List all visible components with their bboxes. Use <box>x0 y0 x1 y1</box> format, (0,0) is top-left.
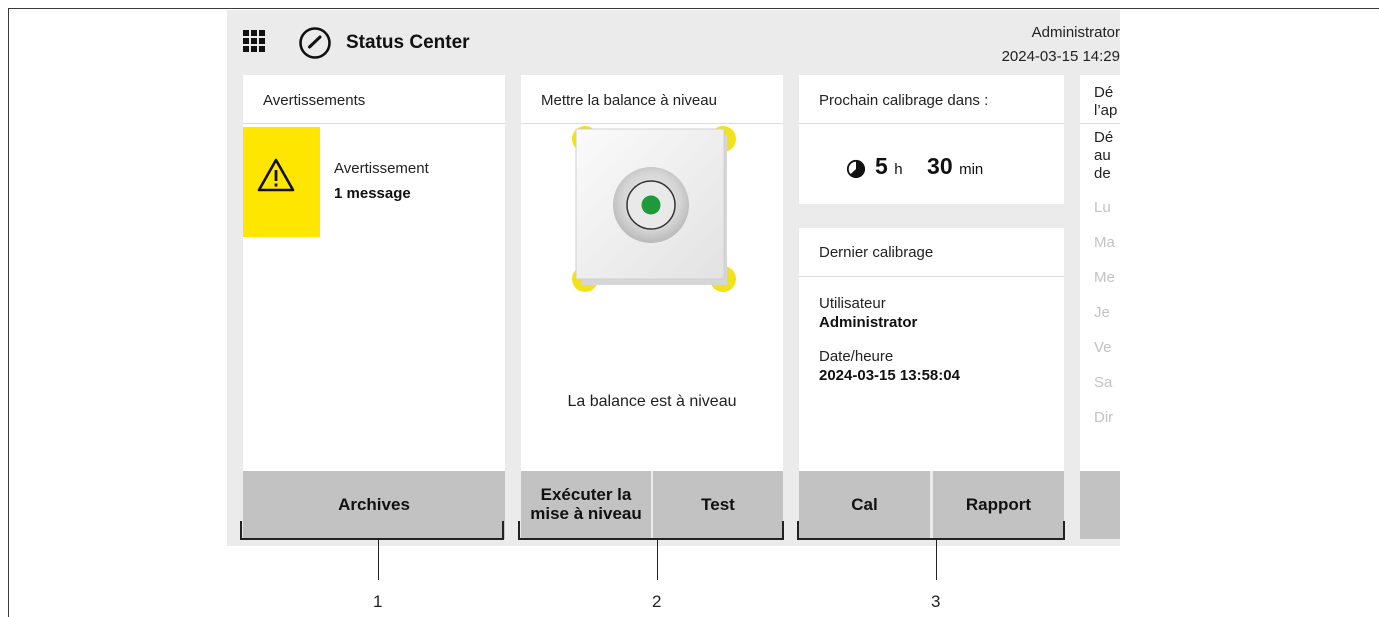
frame-top-line <box>8 8 1379 9</box>
leveling-status-text: La balance est à niveau <box>567 393 737 410</box>
warnings-panel: Avertissements Avertissement 1 message <box>243 75 505 471</box>
report-button[interactable]: Rapport <box>933 471 1064 539</box>
last-calibration-title: Dernier calibrage <box>819 244 934 261</box>
run-leveling-label-2: mise à niveau <box>530 504 642 523</box>
callout-number-2: 2 <box>652 592 662 611</box>
callout-bracket-2-right <box>782 521 784 539</box>
date-value: 2024-03-15 13:58:04 <box>819 367 960 384</box>
app-title: Status Center <box>346 32 470 53</box>
archives-button[interactable]: Archives <box>243 471 505 539</box>
last-calibration-panel: Dernier calibrage Utilisateur Administra… <box>799 228 1064 471</box>
callout-bracket-1 <box>240 538 504 540</box>
day-sunday: Dir <box>1094 409 1114 426</box>
day-tuesday: Ma <box>1094 234 1115 251</box>
fourth-panel-text-2: au <box>1094 147 1111 164</box>
minutes-value: 30 <box>927 153 953 179</box>
fourth-panel-text-3: de <box>1094 165 1111 182</box>
run-leveling-button[interactable]: Exécuter la mise à niveau <box>521 471 651 539</box>
callout-bracket-1-right <box>502 521 504 539</box>
gauge-icon <box>299 27 331 59</box>
level-test-button[interactable]: Test <box>653 471 783 539</box>
next-calibration-title: Prochain calibrage dans : <box>819 92 989 109</box>
callout-leader-3 <box>936 540 937 580</box>
minutes-unit: min <box>959 161 984 178</box>
callout-leader-1 <box>378 540 379 580</box>
fourth-panel: Dé l’ap Dé au de Lu Ma Me Je Ve Sa Dir <box>1080 75 1120 471</box>
timer-icon <box>846 159 866 179</box>
fourth-panel-text-1: Dé <box>1094 129 1114 146</box>
countdown-readout: 5 h 30 min <box>875 153 983 180</box>
warning-item-label: Avertissement <box>334 160 429 177</box>
warning-item-count: 1 message <box>334 185 411 202</box>
callout-bracket-3 <box>797 538 1065 540</box>
next-calibration-divider <box>799 123 1064 124</box>
fourth-panel-button[interactable] <box>1080 471 1120 539</box>
callout-bracket-3-left <box>797 521 799 539</box>
frame-left-line <box>8 8 9 617</box>
warnings-title: Avertissements <box>263 92 366 109</box>
user-name: Administrator <box>1031 24 1120 41</box>
calibrate-button[interactable]: Cal <box>799 471 930 539</box>
warning-tile[interactable] <box>243 127 320 237</box>
user-label: Utilisateur <box>819 295 886 312</box>
fourth-panel-divider <box>1080 123 1120 124</box>
day-monday: Lu <box>1094 199 1111 216</box>
user-value: Administrator <box>819 314 918 331</box>
callout-number-1: 1 <box>373 592 383 611</box>
apps-grid-icon[interactable] <box>243 30 265 52</box>
day-saturday: Sa <box>1094 374 1113 391</box>
callout-bracket-2-left <box>518 521 520 539</box>
callout-bracket-3-right <box>1063 521 1065 539</box>
fourth-panel-title-1: Dé <box>1094 84 1114 101</box>
day-friday: Ve <box>1094 339 1112 356</box>
fourth-panel-title-2: l’ap <box>1094 102 1118 119</box>
callout-number-3: 3 <box>931 592 941 611</box>
callout-bracket-2 <box>518 538 784 540</box>
day-thursday: Je <box>1094 304 1110 321</box>
next-calibration-panel: Prochain calibrage dans : 5 h 30 min <box>799 75 1064 204</box>
run-leveling-label-1: Exécuter la <box>540 485 632 505</box>
hours-value: 5 <box>875 153 888 179</box>
last-calibration-divider <box>799 276 1064 277</box>
status-center-screen: Status Center Administrator 2024-03-15 1… <box>227 10 1120 546</box>
header-bar: Status Center Administrator 2024-03-15 1… <box>227 10 1120 75</box>
leveling-panel: Mettre la balance à niveau La balance es… <box>521 75 783 471</box>
callout-leader-2 <box>657 540 658 580</box>
callout-bracket-1-left <box>240 521 242 539</box>
hours-unit: h <box>894 161 903 178</box>
level-indicator-icon <box>572 126 736 292</box>
leveling-title: Mettre la balance à niveau <box>541 92 717 109</box>
warnings-divider <box>243 123 505 124</box>
warning-triangle-icon <box>257 158 295 192</box>
date-label: Date/heure <box>819 348 894 365</box>
day-wednesday: Me <box>1094 269 1115 286</box>
current-datetime: 2024-03-15 14:29 <box>1001 48 1120 65</box>
